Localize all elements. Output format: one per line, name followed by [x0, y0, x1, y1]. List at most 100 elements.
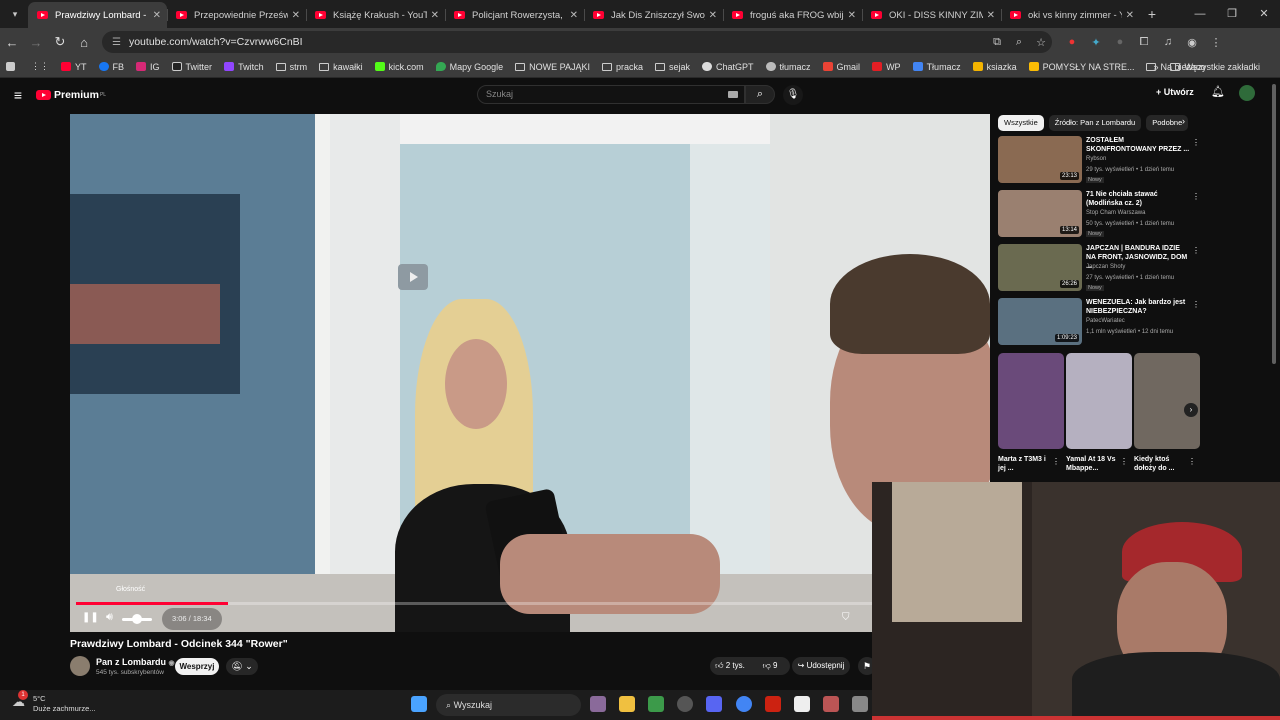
- bookmark-ksiazka[interactable]: ksiazka: [972, 62, 1017, 72]
- progress-bar[interactable]: [76, 602, 984, 605]
- bookmark-sejak[interactable]: sejak: [655, 62, 690, 72]
- more-options-icon[interactable]: ⋮: [1192, 138, 1200, 147]
- list-item[interactable]: 1:09:23 WENEZUELA: Jak bardzo jest NIEBE…: [998, 298, 1202, 352]
- support-button[interactable]: Wesprzyj: [175, 658, 219, 675]
- list-item[interactable]: 26:26 JAPCZAN | BANDURA IDZIE NA FRONT, …: [998, 244, 1202, 298]
- search-input[interactable]: Szukaj: [477, 85, 745, 104]
- close-window-icon[interactable]: ✕: [1248, 0, 1280, 28]
- bookmark-wp[interactable]: WP: [872, 62, 901, 72]
- discord-icon[interactable]: [706, 696, 722, 712]
- video-thumbnail[interactable]: 23:13: [998, 136, 1082, 183]
- chip-all[interactable]: Wszystkie: [998, 115, 1044, 131]
- profile-icon[interactable]: ◉: [1180, 36, 1204, 49]
- media-controls-icon[interactable]: ♫: [1156, 36, 1180, 48]
- reload-icon[interactable]: ↻: [48, 34, 72, 50]
- more-options-icon[interactable]: ⋮: [1188, 457, 1196, 466]
- rec-channel[interactable]: Japczan Shoty: [1086, 264, 1125, 270]
- short-title[interactable]: Yamal At 18 Vs Mbappe...: [1066, 455, 1122, 473]
- bookmark-pomysly[interactable]: POMYSŁY NA STRE...: [1028, 62, 1134, 72]
- app-icon[interactable]: [677, 696, 693, 712]
- volume-icon[interactable]: 🔊︎: [106, 611, 113, 624]
- rec-title[interactable]: 71 Nie chciała stawać (Modlińska cz. 2): [1086, 190, 1190, 208]
- voice-search-icon[interactable]: 🎙︎: [783, 85, 803, 105]
- bookmark-kawalki[interactable]: kawałki: [319, 62, 363, 72]
- app-icon[interactable]: [823, 696, 839, 712]
- address-input[interactable]: ☰ youtube.com/watch?v=Czvrww6CnBI ⧉ ⌕ ☆: [102, 31, 1052, 53]
- tab-close-icon[interactable]: ✕: [987, 10, 995, 21]
- all-bookmarks[interactable]: Wszystkie zakładki: [1170, 62, 1260, 72]
- tab-close-icon[interactable]: ✕: [570, 10, 578, 21]
- taskbar-search[interactable]: ⌕ Wyszukaj: [436, 694, 581, 716]
- tab-close-icon[interactable]: ✕: [848, 10, 856, 21]
- chip-source[interactable]: Źródło: Pan z Lombardu: [1048, 115, 1142, 131]
- app-icon[interactable]: [794, 696, 810, 712]
- apps-icon[interactable]: ⋮⋮: [31, 61, 49, 72]
- short-thumbnail[interactable]: [1066, 353, 1132, 449]
- opera-icon[interactable]: [765, 696, 781, 712]
- app-icon[interactable]: [648, 696, 664, 712]
- rec-channel[interactable]: PatecWariatec: [1086, 318, 1125, 324]
- bookmark-twitch[interactable]: Twitch: [224, 62, 264, 72]
- file-explorer-icon[interactable]: [619, 696, 635, 712]
- bookmark-strm[interactable]: strm: [275, 62, 307, 72]
- short-title[interactable]: Marta z T3M3 i jej ...: [998, 455, 1054, 473]
- rec-title[interactable]: WENEZUELA: Jak bardzo jest NIEBEZPIECZNA…: [1086, 298, 1190, 316]
- start-icon[interactable]: [411, 696, 427, 712]
- bookmark-tlumacz-2[interactable]: Tłumacz: [912, 62, 961, 72]
- bookmark-nowe-pajaki[interactable]: NOWE PAJĄKI: [515, 62, 590, 72]
- tab-close-icon[interactable]: ✕: [709, 10, 717, 21]
- browser-menu-icon[interactable]: ⋮: [1204, 36, 1228, 49]
- site-info-icon[interactable]: ☰: [112, 37, 121, 48]
- app-icon[interactable]: [590, 696, 606, 712]
- tab-close-icon[interactable]: ✕: [1126, 10, 1134, 21]
- create-button[interactable]: + Utwórz: [1156, 87, 1194, 97]
- like-button[interactable]: 👍︎ 2 tys.: [710, 661, 750, 671]
- share-button[interactable]: ↪ Udostępnij: [792, 657, 850, 675]
- dislike-button[interactable]: 👎︎ 9: [750, 661, 790, 671]
- chevron-right-icon[interactable]: ›: [1184, 403, 1198, 417]
- scrollbar[interactable]: [1272, 84, 1276, 364]
- bookmark-fb[interactable]: FB: [98, 62, 124, 72]
- rec-channel[interactable]: Rybson: [1086, 156, 1106, 162]
- new-tab-icon[interactable]: +: [1140, 6, 1164, 22]
- search-button[interactable]: ⌕: [745, 85, 775, 104]
- forward-icon[interactable]: →: [24, 35, 48, 50]
- video-thumbnail[interactable]: 13:14: [998, 190, 1082, 237]
- bookmark-yt[interactable]: YT: [61, 62, 87, 72]
- chevron-right-icon[interactable]: ›: [1182, 116, 1185, 126]
- channel-name[interactable]: Pan z Lombardu ◉: [96, 657, 175, 667]
- account-avatar[interactable]: [1239, 85, 1255, 101]
- extension-icon[interactable]: ✦: [1084, 36, 1108, 49]
- volume-knob[interactable]: [132, 614, 142, 624]
- install-app-icon[interactable]: ⧉: [986, 36, 1008, 49]
- sidebar-toggle-icon[interactable]: [6, 62, 19, 71]
- tab-active[interactable]: Prawdziwy Lombard - O ✕: [28, 2, 167, 28]
- tab-search-icon[interactable]: ▾: [2, 3, 28, 25]
- tab-close-icon[interactable]: ✕: [153, 10, 161, 21]
- bookmark-twitter[interactable]: Twitter: [171, 62, 212, 72]
- notifications-icon[interactable]: 🔔︎: [1211, 85, 1225, 98]
- more-options-icon[interactable]: ⋮: [1192, 192, 1200, 201]
- bookmark-kick[interactable]: kick.com: [374, 62, 424, 72]
- zoom-icon[interactable]: ⌕: [1008, 36, 1030, 49]
- short-thumbnail[interactable]: [1134, 353, 1200, 449]
- more-options-icon[interactable]: ⋮: [1120, 457, 1128, 466]
- tab[interactable]: Policjant Rowerzysta, któr ✕: [445, 2, 584, 28]
- video-thumbnail[interactable]: 1:09:23: [998, 298, 1082, 345]
- tab[interactable]: Jak Dis Zniszczył Swoją Ka ✕: [584, 2, 723, 28]
- tab[interactable]: Przepowiednie Prześwira ✕: [167, 2, 306, 28]
- tab-close-icon[interactable]: ✕: [431, 10, 439, 21]
- list-item[interactable]: 23:13 ZOSTAŁEM SKONFRONTOWANY PRZEZ ... …: [998, 136, 1202, 190]
- tab-close-icon[interactable]: ✕: [292, 10, 300, 21]
- bookmark-chatgpt[interactable]: ChatGPT: [702, 62, 754, 72]
- video-player[interactable]: Głośność ❚❚ 🔊︎ 3:06 / 18:34 ⛉: [70, 114, 990, 632]
- more-bookmarks-icon[interactable]: »: [1153, 62, 1158, 72]
- bookmark-gmail[interactable]: Gmail: [822, 62, 860, 72]
- menu-icon[interactable]: ≡: [0, 87, 36, 103]
- more-options-icon[interactable]: ⋮: [1052, 457, 1060, 466]
- rec-title[interactable]: ZOSTAŁEM SKONFRONTOWANY PRZEZ ...: [1086, 136, 1190, 154]
- subscription-bell-button[interactable]: 🔕︎ ⌄: [226, 658, 258, 675]
- youtube-logo[interactable]: Premium PL: [36, 89, 106, 101]
- chrome-icon[interactable]: [736, 696, 752, 712]
- maximize-icon[interactable]: ❐: [1216, 0, 1248, 28]
